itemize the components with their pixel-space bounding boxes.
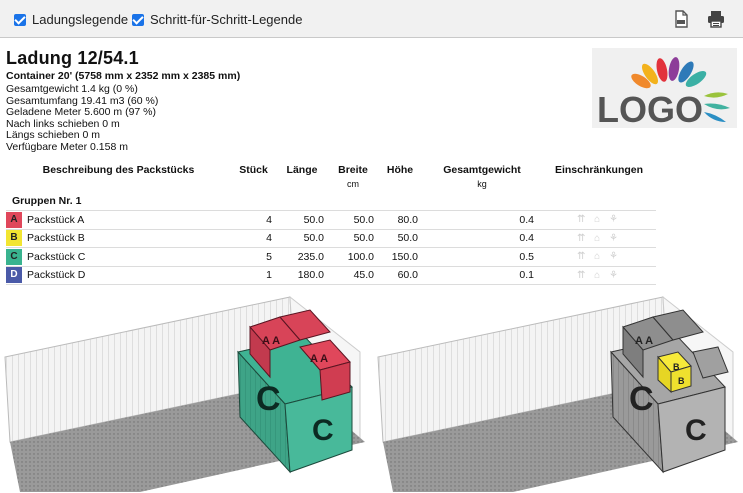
item-count: 4 (231, 229, 276, 248)
svg-text:A A: A A (310, 353, 328, 365)
items-table: Beschreibung des Packstücks Stück Länge … (6, 162, 656, 285)
container-3d-view-step: C C A A B B (377, 295, 738, 492)
item-count: 1 (231, 266, 276, 285)
toolbar: Ladungslegende Schritt-für-Schritt-Legen… (0, 0, 743, 38)
stat-available-meters: Verfügbare Meter 0.158 m (6, 140, 128, 153)
item-count: 4 (231, 210, 276, 230)
step-legend-checkbox[interactable]: Schritt-für-Schritt-Legende (132, 12, 302, 27)
item-height: 150.0 (378, 247, 422, 267)
item-height: 80.0 (378, 210, 422, 230)
col-header-width: Breite cm (328, 162, 378, 192)
checkbox-checked-icon[interactable] (132, 13, 144, 26)
restriction-icons: ⇈ ⌂ ⚘ (542, 229, 656, 248)
item-width: 100.0 (328, 247, 378, 267)
item-weight: 0.4 (422, 210, 542, 230)
pdf-icon[interactable] (671, 9, 691, 29)
cargo-legend-checkbox[interactable]: Ladungslegende (14, 12, 128, 27)
item-name: Packstück B (27, 232, 85, 245)
item-length: 180.0 (276, 266, 328, 285)
stat-total-weight: Gesamtgewicht 1.4 kg (0 %) (6, 83, 138, 95)
item-height: 50.0 (378, 229, 422, 248)
item-name: Packstück D (27, 269, 86, 282)
svg-text:A A: A A (262, 335, 280, 347)
tag-b: B (6, 230, 22, 247)
svg-text:A A: A A (635, 335, 653, 347)
table-row: D Packstück D 1 180.0 45.0 60.0 0.1 ⇈ ⌂ ⚘ (6, 266, 656, 285)
logo-text: LOGO (597, 89, 703, 128)
item-weight: 0.1 (422, 266, 542, 285)
step-legend-label: Schritt-für-Schritt-Legende (150, 12, 303, 27)
group-row: Gruppen Nr. 1 (6, 192, 656, 211)
svg-text:C: C (312, 414, 334, 447)
col-header-length: Länge (286, 164, 318, 176)
unit-kg: kg (477, 179, 487, 189)
table-row: C Packstück C 5 235.0 100.0 150.0 0.5 ⇈ ⌂… (6, 247, 656, 267)
col-header-description: Beschreibung des Packstücks (42, 164, 195, 176)
item-name: Packstück A (27, 213, 85, 226)
item-length: 50.0 (276, 210, 328, 230)
item-width: 45.0 (328, 266, 378, 285)
container-description: Container 20' (5758 mm x 2352 mm x 2385 … (6, 70, 241, 82)
unit-cm: cm (347, 179, 359, 189)
col-header-weight: Gesamtgewicht kg (422, 162, 542, 192)
item-count: 5 (231, 247, 276, 267)
checkbox-checked-icon[interactable] (14, 13, 26, 26)
item-length: 50.0 (276, 229, 328, 248)
item-length: 235.0 (276, 247, 328, 267)
logo-petals (631, 57, 707, 89)
restriction-icons: ⇈ ⌂ ⚘ (542, 266, 656, 285)
load-statistics: Gesamtgewicht 1.4 kg (0 %) Gesamtumfang … (6, 83, 158, 154)
item-weight: 0.5 (422, 247, 542, 267)
svg-text:B: B (678, 376, 685, 386)
svg-text:B: B (673, 362, 680, 372)
tag-d: D (6, 267, 22, 284)
container-3d-view-colored: C C A A A A (4, 295, 365, 492)
page-title: Ladung 12/54.1 (6, 48, 139, 68)
tag-c: C (6, 248, 22, 265)
svg-text:C: C (256, 380, 281, 418)
printer-icon[interactable] (706, 9, 726, 29)
col-header-height: Höhe (386, 164, 414, 176)
svg-text:C: C (685, 414, 707, 447)
item-width: 50.0 (328, 229, 378, 248)
cargo-legend-label: Ladungslegende (32, 12, 129, 27)
item-width: 50.0 (328, 210, 378, 230)
tag-a: A (6, 211, 22, 228)
item-name: Packstück C (27, 250, 86, 263)
logo-leaves (704, 92, 730, 122)
item-weight: 0.4 (422, 229, 542, 248)
company-logo: LOGO (592, 48, 737, 130)
table-row: A Packstück A 4 50.0 50.0 80.0 0.4 ⇈ ⌂ ⚘ (6, 210, 656, 230)
svg-text:C: C (629, 380, 654, 418)
col-header-count: Stück (239, 164, 268, 176)
col-header-restrictions: Einschränkungen (554, 164, 644, 176)
restriction-icons: ⇈ ⌂ ⚘ (542, 210, 656, 230)
restriction-icons: ⇈ ⌂ ⚘ (542, 247, 656, 267)
table-row: B Packstück B 4 50.0 50.0 50.0 0.4 ⇈ ⌂ ⚘ (6, 229, 656, 248)
item-height: 60.0 (378, 266, 422, 285)
